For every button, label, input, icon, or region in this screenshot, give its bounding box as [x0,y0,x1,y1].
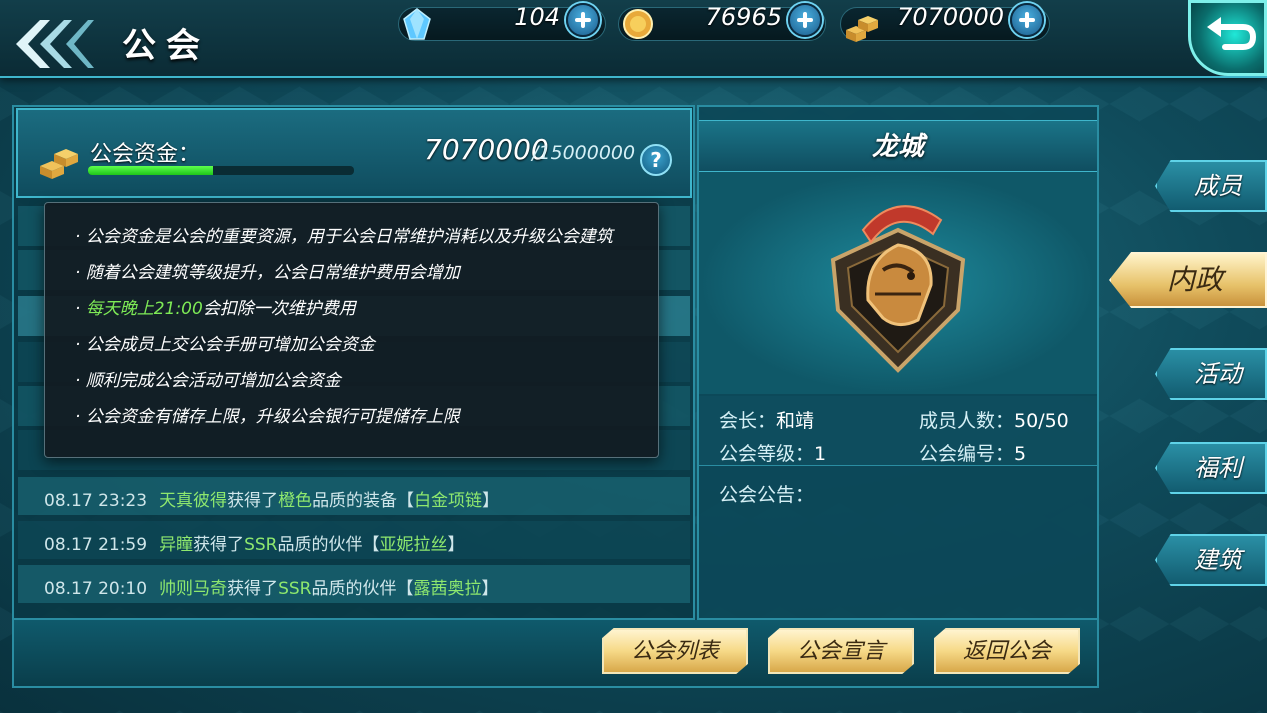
fund-current: 7070000 [424,133,549,166]
fund-progress-bar [88,166,354,175]
log-time: 08.17 20:10 [44,579,148,599]
log-item: 白金项链 [414,491,483,511]
tooltip-line: · 公会资金是公会的重要资源，用于公会日常维护消耗以及升级公会建筑 [75,227,613,247]
log-time: 08.17 21:59 [44,535,148,555]
fund-label: 公会资金： [90,142,201,167]
guild-list-button[interactable]: 公会列表 [602,628,748,674]
log-row: 08.17 21:59 异瞳获得了SSR品质的伙伴【亚妮拉丝】 [18,521,690,559]
log-time: 08.17 23:23 [44,491,148,511]
log-row: 08.17 20:10 帅则马奇获得了SSR品质的伙伴【露茜奥拉】 [18,565,690,603]
gold-bar-icon [40,149,78,179]
guild-emblem-icon [830,205,966,373]
guild-declaration-button[interactable]: 公会宣言 [768,628,914,674]
fund-max: /15000000 [532,142,636,164]
log-player: 异瞳 [159,535,194,555]
tab-internal-affairs[interactable]: 内政 [1109,252,1267,308]
diamond-count: 104 [514,3,560,31]
log-item: 露茜奥拉 [413,579,482,599]
guild-level: 公会等级：1 [719,439,826,466]
log-player: 天真彼得 [159,491,228,511]
log-quality: SSR [244,535,278,555]
guild-notice-label: 公会公告： [719,484,815,506]
fund-progress-fill [88,166,214,175]
coin-count: 76965 [705,3,782,31]
members-label: 成员人数： [919,410,1015,432]
id-label: 公会编号： [919,443,1015,465]
emblem-area [699,172,1097,394]
return-button[interactable] [1188,0,1267,76]
log-text: 】 [447,535,465,555]
log-text: 】 [481,579,499,599]
back-chevron-icon[interactable] [10,16,100,72]
return-arrow-icon [1207,17,1257,50]
log-text: 品质的伙伴【 [277,535,380,555]
log-text: 获得了 [193,535,245,555]
id-value: 5 [1014,443,1027,465]
return-guild-button[interactable]: 返回公会 [934,628,1080,674]
fund-help-tooltip: · 公会资金是公会的重要资源，用于公会日常维护消耗以及升级公会建筑 · 随着公会… [44,202,659,458]
gold-coin-icon [623,9,653,39]
log-text: 获得了 [227,579,279,599]
page-title: 公会 [122,26,210,66]
tab-benefits[interactable]: 福利 [1155,442,1267,494]
tab-activities[interactable]: 活动 [1155,348,1267,400]
log-player: 帅则马奇 [159,579,228,599]
gold-bar-icon [846,16,878,42]
leader-value: 和靖 [776,410,815,432]
level-value: 1 [814,443,827,465]
tooltip-line: · 随着公会建筑等级提升，公会日常维护费用会增加 [75,263,460,283]
log-row: 08.17 23:23 天真彼得获得了橙色品质的装备【白金项链】 [18,477,690,515]
guild-id: 公会编号：5 [919,439,1026,466]
log-item: 亚妮拉丝 [379,535,448,555]
log-text: 品质的装备【 [312,491,415,511]
tooltip-line: · 每天晚上21:00会扣除一次维护费用 [75,299,356,319]
log-quality: 橙色 [278,491,313,511]
level-label: 公会等级： [719,443,815,465]
tooltip-line: · 顺利完成公会活动可增加公会资金 [75,371,341,391]
guild-name: 龙城 [699,120,1097,172]
add-diamond-button[interactable] [566,3,600,37]
tab-members[interactable]: 成员 [1155,160,1267,212]
log-text: 获得了 [227,491,279,511]
tab-buildings[interactable]: 建筑 [1155,534,1267,586]
leader-label: 会长： [719,410,777,432]
log-text: 】 [482,491,500,511]
help-icon[interactable]: ? [640,144,672,176]
log-text: 品质的伙伴【 [311,579,414,599]
goldbar-count: 7070000 [897,3,1004,31]
diamond-icon [403,8,431,40]
guild-members: 成员人数：50/50 [919,406,1069,433]
tooltip-line: · 公会成员上交公会手册可增加公会资金 [75,335,375,355]
add-goldbar-button[interactable] [1010,3,1044,37]
log-quality: SSR [278,579,312,599]
guild-leader: 会长：和靖 [719,406,814,433]
members-value: 50/50 [1014,410,1069,432]
add-coin-button[interactable] [788,3,822,37]
tooltip-line: · 公会资金有储存上限，升级公会银行可提储存上限 [75,407,460,427]
